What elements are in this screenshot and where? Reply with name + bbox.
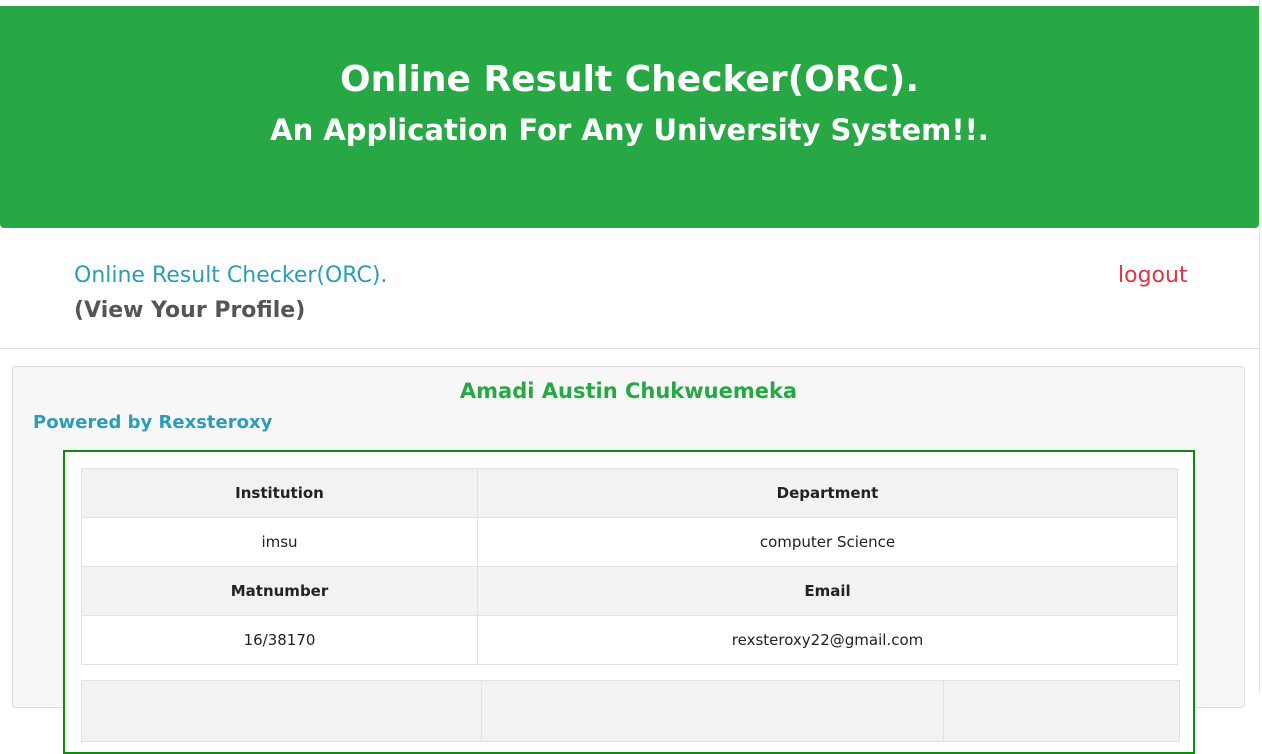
- column-divider: [481, 681, 482, 741]
- page-subtitle: (View Your Profile): [74, 298, 306, 323]
- table-header-row: Institution Department: [81, 468, 1178, 518]
- navbar-brand-link[interactable]: Online Result Checker(ORC).: [74, 262, 387, 290]
- email-value: rexsteroxy22@gmail.com: [477, 615, 1178, 665]
- institution-value: imsu: [81, 517, 478, 567]
- banner-subtitle: An Application For Any University System…: [270, 113, 989, 147]
- table-row: 16/38170 rexsteroxy22@gmail.com: [81, 615, 1178, 665]
- table-header-row: Matnumber Email: [81, 566, 1178, 616]
- header-department: Department: [477, 468, 1178, 518]
- matnumber-value: 16/38170: [81, 615, 478, 665]
- navbar: Online Result Checker(ORC). (View Your P…: [0, 228, 1260, 349]
- header-matnumber: Matnumber: [81, 566, 478, 616]
- profile-table: Institution Department imsu computer Sci…: [81, 468, 1178, 665]
- banner-title: Online Result Checker(ORC).: [339, 59, 920, 100]
- results-table-header: [81, 680, 1180, 742]
- profile-details-box: Institution Department imsu computer Sci…: [63, 450, 1195, 754]
- department-value: computer Science: [477, 517, 1178, 567]
- table-row: imsu computer Science: [81, 517, 1178, 567]
- header-institution: Institution: [81, 468, 478, 518]
- header-email: Email: [477, 566, 1178, 616]
- column-divider: [943, 681, 944, 741]
- hero-banner: Online Result Checker(ORC). An Applicati…: [0, 6, 1259, 228]
- powered-by-label: Powered by Rexsteroxy: [33, 412, 273, 433]
- logout-link[interactable]: logout: [1118, 262, 1188, 290]
- profile-card: Amadi Austin Chukwuemeka Powered by Rexs…: [12, 366, 1245, 754]
- student-name: Amadi Austin Chukwuemeka: [459, 379, 798, 403]
